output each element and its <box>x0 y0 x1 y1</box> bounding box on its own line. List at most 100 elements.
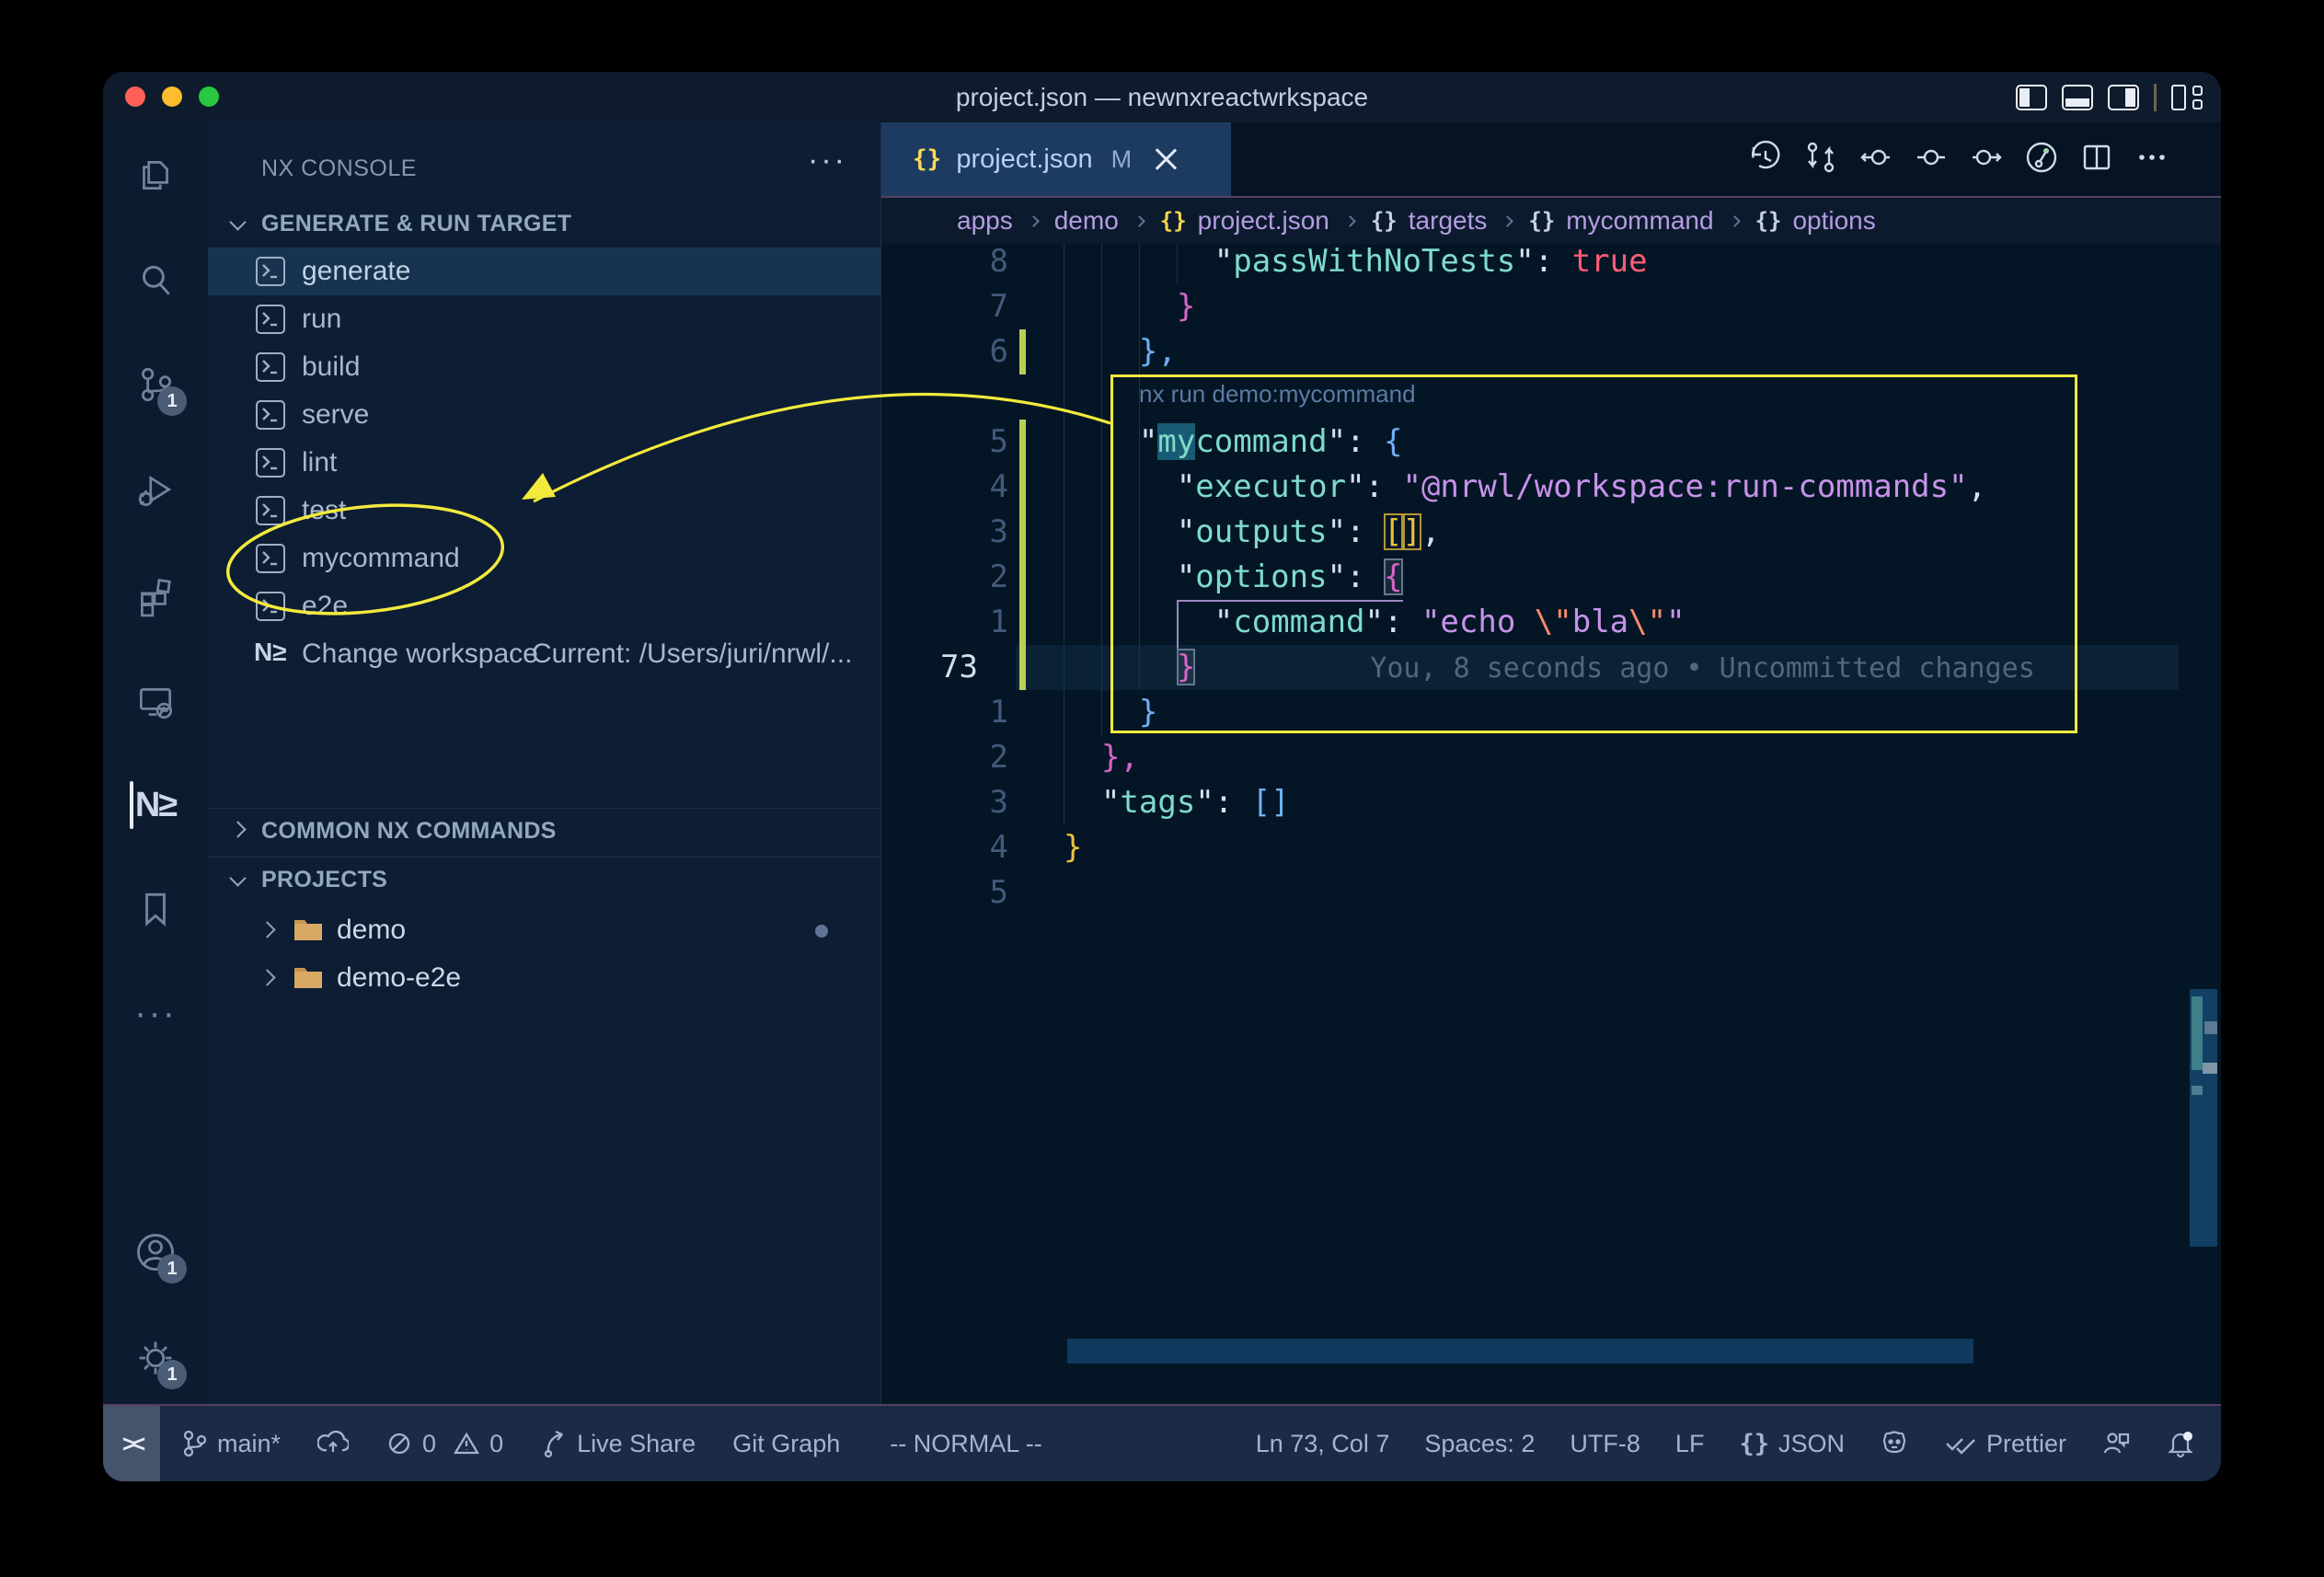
target-item-generate[interactable]: generate <box>208 247 880 295</box>
next-change-icon[interactable] <box>1969 140 2004 179</box>
bookmarks-icon[interactable] <box>130 883 181 935</box>
code-text: "executor": "@nrwl/workspace:run-command… <box>1064 465 1986 510</box>
modified-line-indicator <box>1019 600 1026 645</box>
code-line[interactable]: 3 "tags": [] <box>881 780 2221 825</box>
chevron-down-icon <box>229 213 246 230</box>
current-change-icon[interactable] <box>1914 140 1949 179</box>
breadcrumb-apps[interactable]: apps <box>957 206 1013 236</box>
codelens-run-command[interactable]: nx run demo:mycommand <box>1139 374 1416 413</box>
code-line[interactable]: 5 "mycommand": { <box>881 420 2221 465</box>
chevron-right-icon <box>1133 215 1145 227</box>
code-line[interactable]: 2 "options": { <box>881 555 2221 600</box>
breadcrumb-mycommand[interactable]: mycommand <box>1566 206 1713 236</box>
more-views-icon[interactable]: ··· <box>130 987 181 1039</box>
source-control-icon[interactable]: 1 <box>130 359 181 410</box>
modified-line-indicator <box>1019 510 1026 555</box>
customize-layout-icon[interactable] <box>2171 85 2203 110</box>
chevron-right-icon <box>1344 215 1356 227</box>
project-item-demo-e2e[interactable]: demo-e2e <box>208 954 880 1002</box>
codelens-row[interactable]: nx run demo:mycommand <box>881 374 2221 420</box>
file-history-icon[interactable] <box>2024 140 2059 179</box>
vertical-scrollbar[interactable] <box>2190 989 2217 1247</box>
error-count: 0 <box>422 1430 436 1458</box>
split-editor-icon[interactable] <box>2079 140 2114 179</box>
git-branch-item[interactable]: main* <box>180 1429 281 1458</box>
git-graph-item[interactable]: Git Graph <box>732 1430 840 1458</box>
code-line[interactable]: 4 "executor": "@nrwl/workspace:run-comma… <box>881 465 2221 510</box>
close-tab-icon[interactable] <box>1154 147 1178 171</box>
run-and-debug-icon[interactable] <box>130 465 181 516</box>
compare-changes-icon[interactable] <box>1803 140 1838 179</box>
eol-item[interactable]: LF <box>1675 1430 1705 1458</box>
prettier-item[interactable]: Prettier <box>1944 1430 2066 1458</box>
more-actions-icon[interactable] <box>2134 140 2169 179</box>
sync-changes-icon[interactable] <box>317 1430 349 1457</box>
code-line[interactable]: 3 "outputs": [], <box>881 510 2221 555</box>
explorer-icon[interactable] <box>130 149 181 201</box>
terminal-icon <box>256 544 285 573</box>
target-item-run[interactable]: run <box>208 295 880 343</box>
editor-code-area[interactable]: 8 "passWithNoTests": true7 }6 },nx run d… <box>881 244 2221 1404</box>
code-line[interactable]: 8 "passWithNoTests": true <box>881 244 2221 284</box>
chevron-right-icon <box>259 921 275 938</box>
section-divider <box>208 808 880 809</box>
language-mode-item[interactable]: {} JSON <box>1739 1430 1845 1458</box>
vim-mode-indicator: -- NORMAL -- <box>890 1430 1041 1458</box>
toggle-left-sidebar-icon[interactable] <box>2016 85 2047 110</box>
extensions-icon[interactable] <box>130 570 181 622</box>
accounts-icon[interactable]: 1 <box>130 1226 181 1278</box>
breadcrumb-project-json[interactable]: project.json <box>1198 206 1329 236</box>
warning-count: 0 <box>489 1430 503 1458</box>
modified-line-indicator <box>1019 465 1026 510</box>
nx-console-icon[interactable]: N≥ <box>130 779 181 831</box>
target-item-serve[interactable]: serve <box>208 391 880 439</box>
problems-item[interactable]: 0 0 <box>385 1430 503 1458</box>
code-line[interactable]: 4} <box>881 825 2221 870</box>
remote-explorer-icon[interactable] <box>130 676 181 728</box>
timeline-history-icon[interactable] <box>1748 140 1783 179</box>
section-generate-run-target[interactable]: GENERATE & RUN TARGET <box>208 207 880 244</box>
line-number: 1 <box>881 600 1008 645</box>
change-workspace-item[interactable]: N≥ Change workspace Current: /Users/juri… <box>208 630 880 678</box>
code-line[interactable]: 6 }, <box>881 329 2221 374</box>
remote-indicator[interactable]: >< <box>103 1406 160 1481</box>
tab-project-json[interactable]: {} project.json M <box>881 122 1231 196</box>
toggle-panel-icon[interactable] <box>2062 85 2093 110</box>
search-icon[interactable] <box>130 255 181 306</box>
target-item-build[interactable]: build <box>208 343 880 391</box>
octoface-icon[interactable] <box>1880 1430 1909 1457</box>
project-item-demo[interactable]: demo <box>208 906 880 954</box>
code-line[interactable]: 7 } <box>881 284 2221 329</box>
encoding-item[interactable]: UTF-8 <box>1570 1430 1640 1458</box>
code-line[interactable]: 1 "command": "echo \"bla\"" <box>881 600 2221 645</box>
breadcrumb-demo[interactable]: demo <box>1054 206 1119 236</box>
indentation-item[interactable]: Spaces: 2 <box>1424 1430 1535 1458</box>
code-line[interactable]: 1 } <box>881 690 2221 735</box>
target-item-mycommand[interactable]: mycommand <box>208 535 880 582</box>
section-projects[interactable]: PROJECTS <box>208 863 880 900</box>
window-title: project.json — newnxreactwrkspace <box>103 72 2221 122</box>
code-line[interactable]: 5 <box>881 870 2221 915</box>
cursor-position-item[interactable]: Ln 73, Col 7 <box>1256 1430 1390 1458</box>
folder-icon <box>293 964 324 996</box>
code-line[interactable]: 73 }You, 8 seconds ago • Uncommitted cha… <box>881 645 2221 690</box>
code-line[interactable]: 2 }, <box>881 735 2221 780</box>
code-text: } <box>1064 284 1195 329</box>
sidebar-more-actions-icon[interactable]: ··· <box>808 143 847 178</box>
breadcrumb-targets[interactable]: targets <box>1409 206 1488 236</box>
live-share-item[interactable]: Live Share <box>540 1429 696 1458</box>
horizontal-scrollbar[interactable] <box>1067 1339 1973 1364</box>
terminal-icon <box>256 496 285 525</box>
section-common-nx-commands[interactable]: COMMON NX COMMANDS <box>208 814 880 851</box>
editor-actions <box>1748 122 2169 196</box>
target-item-test[interactable]: test <box>208 487 880 535</box>
feedback-icon[interactable] <box>2101 1430 2131 1457</box>
target-item-lint[interactable]: lint <box>208 439 880 487</box>
breadcrumb-options[interactable]: options <box>1792 206 1875 236</box>
settings-gear-icon[interactable]: 1 <box>130 1332 181 1384</box>
target-item-e2e[interactable]: e2e <box>208 582 880 630</box>
notifications-bell-icon[interactable] <box>2166 1429 2195 1458</box>
previous-change-icon[interactable] <box>1858 140 1893 179</box>
toggle-right-sidebar-icon[interactable] <box>2108 85 2139 110</box>
chevron-down-icon <box>229 869 246 886</box>
